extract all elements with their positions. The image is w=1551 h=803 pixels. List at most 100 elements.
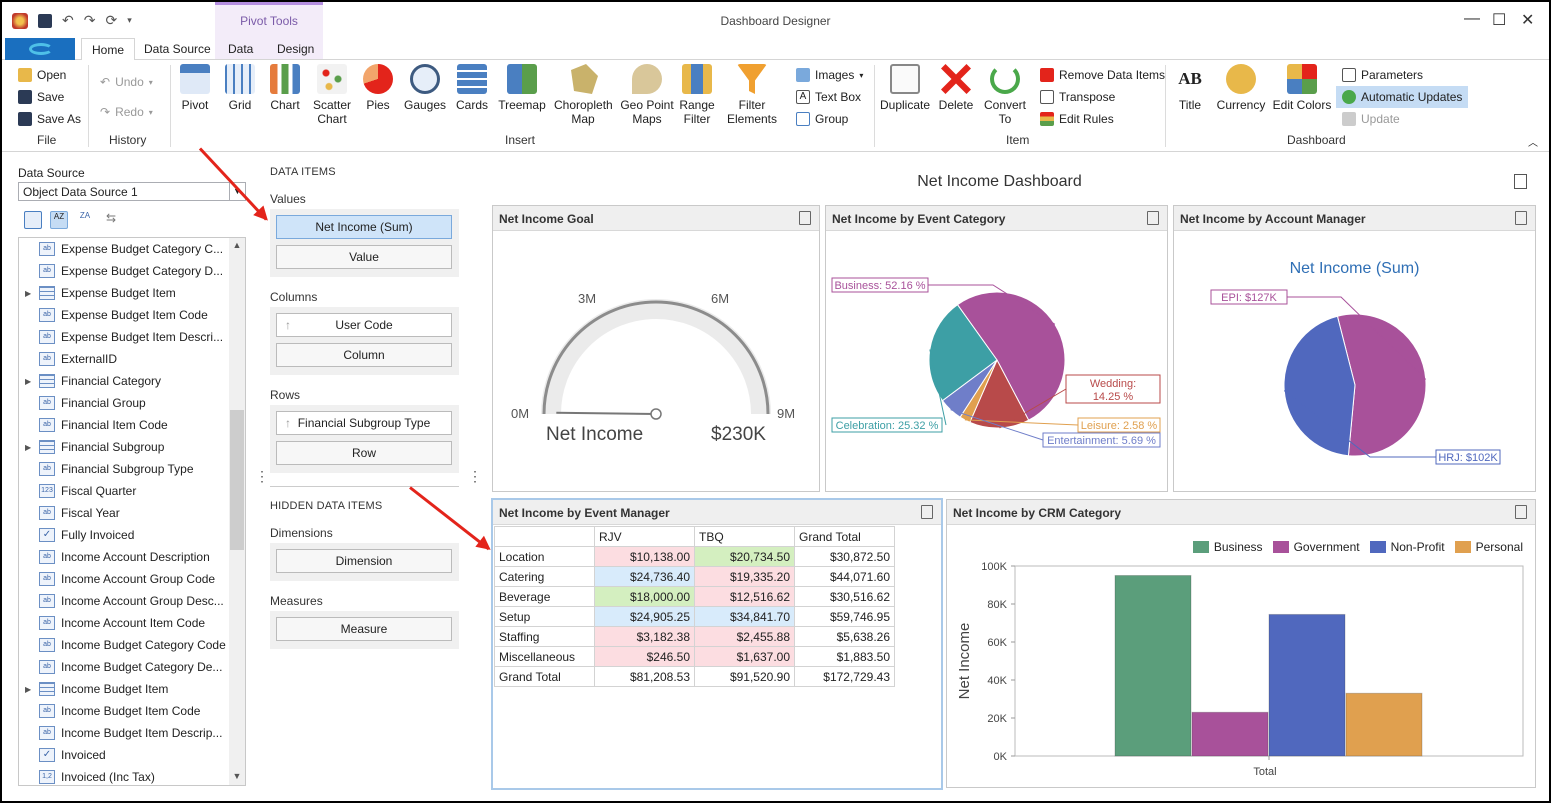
field-list-item[interactable]: ab Income Account Group Code [19,568,245,590]
tab-home[interactable]: Home [81,38,136,61]
export-icon[interactable] [799,211,811,225]
field-list-item[interactable]: ab Income Budget Item Descrip... [19,722,245,744]
export-icon[interactable] [1515,211,1527,225]
file-menu-button[interactable] [5,38,75,60]
field-list-item[interactable]: ✓ Fully Invoiced [19,524,245,546]
pivot-column-header[interactable]: TBQ [694,526,795,547]
insert-cards-button[interactable]: Cards [444,64,500,112]
automatic-updates-toggle[interactable]: Automatic Updates [1336,86,1469,108]
sort-ascending-icon[interactable]: AZ [50,211,68,229]
save-as-button[interactable]: Save As [18,112,81,126]
field-list-item[interactable]: ab Financial Subgroup Type [19,458,245,480]
export-icon[interactable] [1147,211,1159,225]
undo-button[interactable]: ↶ Undo ▾ [100,75,153,89]
expand-arrow-icon[interactable]: ▶ [25,443,39,452]
pivot-row-header[interactable]: Grand Total [494,666,595,687]
dimension-placeholder[interactable]: Dimension [276,549,452,573]
pivot-row-header[interactable]: Staffing [494,626,595,647]
field-list-scrollbar[interactable]: ▲ ▼ [229,238,245,785]
delete-button[interactable]: Delete [928,64,984,112]
pivot-row-header[interactable]: Miscellaneous [494,646,595,667]
close-button[interactable]: ✕ [1521,10,1534,30]
field-list-item[interactable]: ab Fiscal Year [19,502,245,524]
insert-geopoint-button[interactable]: Geo Point Maps [617,64,677,126]
account-manager-pie-panel[interactable]: Net Income by Account Manager Net Income… [1173,205,1536,492]
value-placeholder[interactable]: Value [276,245,452,269]
field-list-item[interactable]: ▶ Financial Subgroup [19,436,245,458]
measure-placeholder[interactable]: Measure [276,617,452,641]
maximize-button[interactable]: ☐ [1492,10,1506,30]
transpose-button[interactable]: Transpose [1040,90,1115,104]
splitter-handle[interactable]: ⋮ [255,468,269,485]
net-income-sum-item[interactable]: Net Income (Sum) [276,215,452,239]
expand-arrow-icon[interactable]: ▶ [25,289,39,298]
field-list-item[interactable]: 1,2 Invoiced (Inc Tax) [19,766,245,785]
currency-button[interactable]: Currency [1213,64,1269,112]
field-list-item[interactable]: ab ExternalID [19,348,245,370]
insert-treemap-button[interactable]: Treemap [494,64,550,112]
expand-arrow-icon[interactable]: ▶ [25,377,39,386]
export-icon[interactable] [921,505,933,519]
pivot-column-header[interactable]: RJV [594,526,695,547]
data-source-select[interactable]: Object Data Source 1▼ [18,182,246,201]
field-list-item[interactable]: ab Income Budget Category Code [19,634,245,656]
edit-colors-button[interactable]: Edit Colors [1272,64,1332,112]
field-list-item[interactable]: ab Expense Budget Category D... [19,260,245,282]
field-list-item[interactable]: ab Financial Item Code [19,414,245,436]
scroll-thumb[interactable] [230,410,244,550]
scroll-up-icon[interactable]: ▲ [229,240,245,250]
row-placeholder[interactable]: Row [276,441,452,465]
tab-design[interactable]: Design [267,38,324,61]
bar[interactable] [1114,575,1192,757]
field-list-item[interactable]: ab Financial Group [19,392,245,414]
field-list-item[interactable]: ab Income Account Item Code [19,612,245,634]
financial-subgroup-type-item[interactable]: ↑ Financial Subgroup Type [276,411,452,435]
event-category-pie-panel[interactable]: Net Income by Event Category Business: 5… [825,205,1168,492]
pivot-column-header[interactable]: Grand Total [794,526,895,547]
remove-data-items-button[interactable]: Remove Data Items [1040,68,1165,82]
parameters-button[interactable]: Parameters [1342,68,1423,82]
pivot-row-header[interactable]: Location [494,546,595,567]
pivot-row-header[interactable]: Beverage [494,586,595,607]
collapse-ribbon-icon[interactable]: ︿ [1528,134,1538,149]
crm-category-chart-panel[interactable]: Net Income by CRM Category Business Gover… [946,499,1536,788]
insert-filter-elements-button[interactable]: Filter Elements [720,64,784,126]
scroll-down-icon[interactable]: ▼ [229,771,245,781]
insert-group-button[interactable]: Group [796,112,848,126]
bar[interactable] [1345,692,1423,757]
redo-button[interactable]: ↷ Redo ▾ [100,105,153,119]
expand-arrow-icon[interactable]: ▶ [25,685,39,694]
export-icon[interactable] [1514,174,1527,189]
tab-data-source[interactable]: Data Source [134,38,221,61]
title-button[interactable]: AB Title [1162,64,1218,112]
insert-images-button[interactable]: Images ▾ [796,68,863,82]
field-list-item[interactable]: ab Expense Budget Item Descri... [19,326,245,348]
tab-data[interactable]: Data [218,38,263,61]
export-icon[interactable] [1515,505,1527,519]
field-list-item[interactable]: ab Expense Budget Category C... [19,238,245,260]
event-manager-pivot-panel[interactable]: Net Income by Event Manager RJV TBQ Grand … [491,498,943,790]
open-button[interactable]: Open [18,68,66,82]
field-list-item[interactable]: ▶ Financial Category [19,370,245,392]
pivot-row-header[interactable]: Setup [494,606,595,627]
refresh-fields-icon[interactable]: ⇆ [102,211,120,229]
duplicate-button[interactable]: Duplicate [878,64,932,112]
insert-choropleth-button[interactable]: Choropleth Map [554,64,613,126]
column-placeholder[interactable]: Column [276,343,452,367]
pivot-row-header[interactable]: Catering [494,566,595,587]
splitter-handle[interactable]: ⋮ [468,468,482,485]
field-list-item[interactable]: ab Income Account Group Desc... [19,590,245,612]
insert-text-box-button[interactable]: A Text Box [796,90,861,104]
field-list-item[interactable]: ab Income Budget Item Code [19,700,245,722]
sort-descending-icon[interactable]: ZA [76,211,94,229]
bar[interactable] [1191,711,1269,757]
field-list-item[interactable]: ab Income Account Description [19,546,245,568]
field-list-item[interactable]: ab Expense Budget Item Code [19,304,245,326]
field-list-item[interactable]: ✓ Invoiced [19,744,245,766]
insert-range-filter-button[interactable]: Range Filter [669,64,725,126]
update-button[interactable]: Update [1342,112,1400,126]
save-button[interactable]: Save [18,90,64,104]
field-list-item[interactable]: 123 Fiscal Quarter [19,480,245,502]
edit-rules-button[interactable]: Edit Rules [1040,112,1114,126]
bar[interactable] [1268,613,1346,757]
